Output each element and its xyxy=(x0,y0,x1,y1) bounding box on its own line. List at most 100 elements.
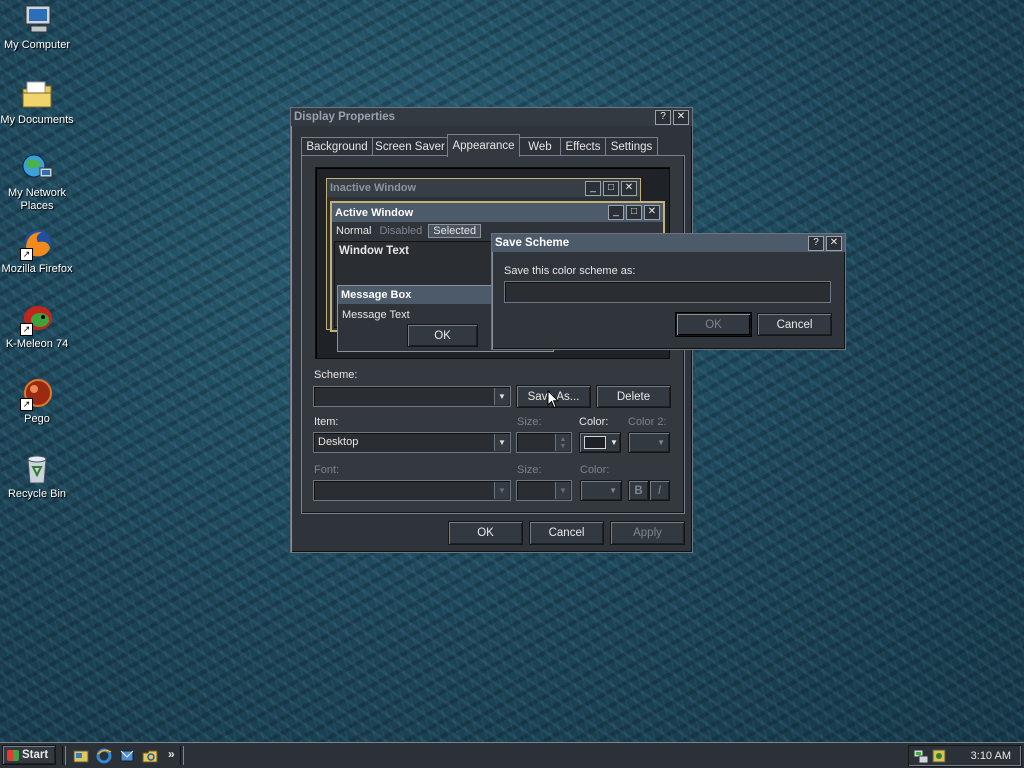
pego-icon: ↗ xyxy=(20,378,54,411)
delete-button[interactable]: Delete xyxy=(596,385,671,408)
recycle-bin-icon xyxy=(20,453,54,485)
item-size-spinner[interactable]: ▲ ▼ xyxy=(516,432,572,453)
windows-logo-icon xyxy=(7,749,19,761)
close-icon: ✕ xyxy=(621,180,637,196)
window-title: Display Properties xyxy=(294,111,395,123)
desktop-icon-network-places[interactable]: My Network Places xyxy=(0,152,74,213)
scheme-label: Scheme: xyxy=(314,369,358,381)
item-color2-label: Color 2: xyxy=(628,416,667,428)
desktop-icon-my-computer[interactable]: My Computer xyxy=(0,4,74,52)
spinner-icon: ▲ ▼ xyxy=(555,434,570,451)
desktop-icon-pego[interactable]: ↗ Pego xyxy=(0,378,74,426)
shortcut-arrow-icon: ↗ xyxy=(20,398,33,411)
network-tray-icon[interactable] xyxy=(913,748,929,764)
chevron-down-icon: ▼ xyxy=(609,486,617,495)
chevron-down-icon: ▼ xyxy=(555,482,570,499)
maximize-icon: □ xyxy=(626,205,642,220)
chevron-down-icon: ▼ xyxy=(494,388,509,405)
save-scheme-title-bar[interactable]: Save Scheme ? ✕ xyxy=(492,234,845,252)
desktop-icon-label: My Computer xyxy=(3,39,71,51)
taskbar-divider xyxy=(180,746,184,765)
font-color-picker[interactable]: ▼ xyxy=(580,480,622,501)
color-swatch xyxy=(584,436,606,449)
ie-icon[interactable] xyxy=(96,748,112,764)
font-size-label: Size: xyxy=(517,464,542,476)
title-bar[interactable]: Display Properties ? ✕ xyxy=(291,108,692,126)
volume-tray-icon[interactable] xyxy=(931,748,947,764)
desktop-icon-label: Pego xyxy=(24,413,50,425)
explorer-icon[interactable] xyxy=(142,748,158,764)
help-button[interactable]: ? xyxy=(655,109,671,125)
item-label: Item: xyxy=(314,416,339,428)
close-icon: ✕ xyxy=(644,205,660,220)
apply-button[interactable]: Apply xyxy=(610,521,685,545)
preview-menu-normal: Normal xyxy=(336,225,372,237)
close-button[interactable]: ✕ xyxy=(826,235,842,251)
clock: 3:10 AM xyxy=(970,750,1011,762)
preview-message-text: Message Text xyxy=(342,309,410,321)
computer-icon xyxy=(20,4,54,36)
start-button[interactable]: Start xyxy=(2,745,56,765)
shortcut-arrow-icon: ↗ xyxy=(20,248,33,261)
preview-ok-button: OK xyxy=(407,324,478,347)
desktop-icon-label: My Network Places xyxy=(7,187,67,212)
font-size-dropdown[interactable]: ▼ xyxy=(516,480,572,501)
preview-active-title: Active Window xyxy=(335,206,414,219)
preview-inactive-title: Inactive Window xyxy=(330,182,417,194)
desktop-icon-my-documents[interactable]: My Documents xyxy=(0,79,74,127)
desktop-icon-firefox[interactable]: ↗ Mozilla Firefox xyxy=(0,228,74,276)
item-color2-picker[interactable]: ▼ xyxy=(628,432,670,453)
item-color-label: Color: xyxy=(579,416,609,428)
preview-message-box-title: Message Box xyxy=(341,289,412,301)
preview-menu-selected: Selected xyxy=(428,224,482,238)
network-icon xyxy=(20,152,54,184)
desktop-icon-kmeleon[interactable]: ↗ K-Meleon 74 xyxy=(0,303,74,351)
item-size-label: Size: xyxy=(517,416,542,428)
tab-settings[interactable]: Settings xyxy=(605,137,658,156)
cancel-button[interactable]: Cancel xyxy=(529,521,604,545)
scheme-name-input[interactable] xyxy=(504,281,831,303)
ok-button[interactable]: OK xyxy=(448,521,523,545)
font-color-label: Color: xyxy=(580,464,610,476)
chevron-down-icon: ▼ xyxy=(494,434,509,451)
item-color-picker[interactable]: ▼ xyxy=(579,432,621,453)
outlook-icon[interactable] xyxy=(119,748,135,764)
tab-appearance[interactable]: Appearance xyxy=(447,134,520,157)
minimize-icon: _ xyxy=(608,205,624,220)
scheme-dropdown[interactable]: ▼ xyxy=(313,386,511,407)
close-button[interactable]: ✕ xyxy=(673,109,689,125)
bold-button[interactable]: B xyxy=(628,480,649,501)
mouse-cursor-icon xyxy=(547,389,560,409)
desktop-icon-label: Recycle Bin xyxy=(7,488,67,500)
save-scheme-cancel-button[interactable]: Cancel xyxy=(757,313,832,336)
desktop-icon-recycle-bin[interactable]: Recycle Bin xyxy=(0,453,74,501)
taskbar-divider xyxy=(62,746,66,765)
save-scheme-title: Save Scheme xyxy=(495,237,570,249)
tab-effects[interactable]: Effects xyxy=(560,137,606,156)
desktop-icon-label: K-Meleon 74 xyxy=(5,338,69,350)
item-dropdown[interactable]: Desktop ▼ xyxy=(313,432,511,453)
chevron-down-icon: ▼ xyxy=(657,438,665,447)
help-button[interactable]: ? xyxy=(808,235,824,251)
taskbar: Start » 3:10 AM xyxy=(0,742,1024,768)
kmeleon-icon: ↗ xyxy=(20,303,54,336)
italic-button[interactable]: I xyxy=(649,480,670,501)
preview-window-text: Window Text xyxy=(339,245,409,257)
show-desktop-icon[interactable] xyxy=(73,748,89,764)
tab-web[interactable]: Web xyxy=(519,137,561,156)
chevron-down-icon: ▼ xyxy=(610,438,618,447)
maximize-icon: □ xyxy=(603,180,619,196)
minimize-icon: _ xyxy=(585,180,601,196)
save-scheme-ok-button[interactable]: OK xyxy=(676,313,751,336)
tab-screen-saver[interactable]: Screen Saver xyxy=(372,137,448,156)
chevron-down-icon: ▼ xyxy=(494,482,509,499)
shortcut-arrow-icon: ↗ xyxy=(20,323,33,336)
desktop-icon-label: Mozilla Firefox xyxy=(1,263,73,275)
folder-icon xyxy=(20,79,54,111)
preview-menu-disabled: Disabled xyxy=(379,225,423,237)
quick-launch-chevron[interactable]: » xyxy=(168,747,175,761)
save-scheme-prompt: Save this color scheme as: xyxy=(504,265,636,277)
font-dropdown[interactable]: ▼ xyxy=(313,480,511,501)
tab-background[interactable]: Background xyxy=(301,137,373,156)
system-tray: 3:10 AM xyxy=(908,745,1022,767)
